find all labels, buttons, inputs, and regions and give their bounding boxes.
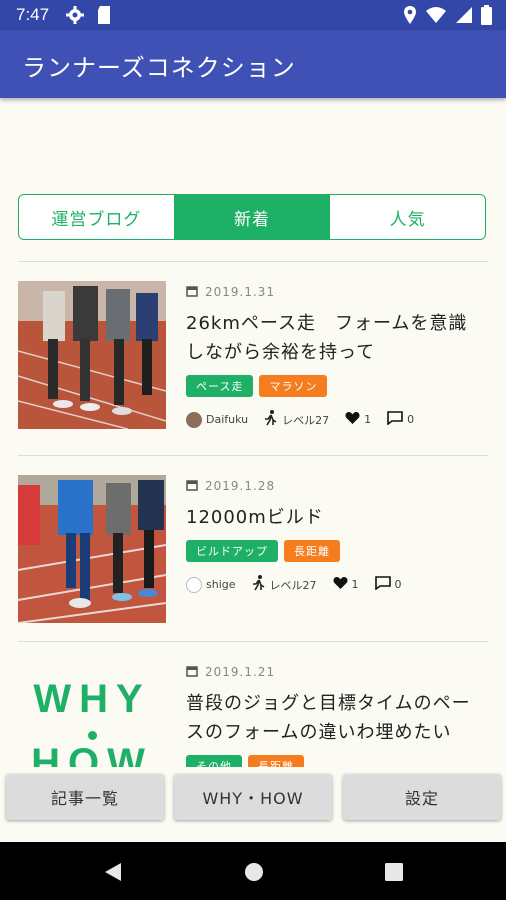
article-date: 2019.1.21 — [186, 661, 486, 683]
comment-count: 0 — [394, 578, 402, 591]
back-icon[interactable] — [104, 862, 122, 886]
app-bar: ランナーズコネクション — [0, 30, 506, 98]
author-name: Daifuku — [206, 413, 249, 426]
article-title: 26kmペース走 フォームを意識しながら余裕を持って — [186, 313, 468, 363]
tab-popular[interactable]: 人気 — [329, 195, 485, 239]
article-date-text: 2019.1.28 — [205, 479, 276, 493]
system-nav-bar — [0, 842, 506, 900]
why-how-button[interactable]: WHY・HOW — [174, 774, 332, 820]
article-date: 2019.1.31 — [186, 281, 486, 303]
article-tag[interactable]: ビルドアップ — [186, 540, 278, 562]
article-tag[interactable]: 長距離 — [248, 755, 304, 767]
comment-count: 0 — [407, 413, 415, 426]
divider — [18, 261, 488, 262]
calendar-icon — [186, 479, 198, 494]
tab-blog[interactable]: 運営ブログ — [19, 195, 174, 239]
divider — [18, 641, 488, 642]
sd-card-icon — [96, 5, 112, 29]
author-name: shige — [206, 578, 236, 591]
article-thumbnail — [18, 281, 166, 429]
runner-icon — [264, 410, 278, 429]
article-date: 2019.1.28 — [186, 475, 486, 497]
article-list-button[interactable]: 記事一覧 — [6, 774, 164, 820]
article-date-text: 2019.1.21 — [205, 665, 276, 679]
gear-icon — [65, 5, 85, 29]
thumb-dot — [88, 731, 97, 740]
heart-icon[interactable] — [332, 576, 348, 593]
home-icon[interactable] — [244, 862, 264, 886]
thumb-how-text: HOW — [31, 741, 153, 767]
comment-icon[interactable] — [374, 576, 391, 593]
article-title: 普段のジョグと目標タイムのペースのフォームの違いわ埋めたい — [186, 693, 471, 743]
article-tag[interactable]: マラソン — [259, 375, 328, 397]
calendar-icon — [186, 285, 198, 300]
article-thumbnail: WHY HOW — [18, 661, 166, 767]
tab-bar: 運営ブログ 新着 人気 — [18, 194, 486, 240]
article-tag[interactable]: 長距離 — [284, 540, 340, 562]
article-card[interactable]: 2019.1.31 26kmペース走 フォームを意識しながら余裕を持って ペース… — [18, 281, 488, 431]
comment-icon[interactable] — [387, 411, 403, 428]
article-date-text: 2019.1.31 — [205, 285, 276, 299]
battery-icon — [481, 5, 492, 29]
like-count: 1 — [364, 413, 372, 426]
status-bar: 7:47 — [0, 0, 506, 30]
tab-new[interactable]: 新着 — [173, 195, 330, 239]
wifi-icon — [425, 6, 447, 28]
app-title: ランナーズコネクション — [22, 54, 296, 82]
author-level: レベル27 — [282, 413, 330, 427]
like-count: 1 — [351, 578, 359, 591]
article-card[interactable]: WHY HOW 2019.1.21 普段のジョグと目標タイムのペースのフォームの… — [18, 661, 488, 767]
recents-icon[interactable] — [385, 863, 403, 885]
bottom-button-bar: 記事一覧 WHY・HOW 設定 — [0, 767, 506, 833]
signal-icon — [455, 6, 473, 28]
heart-icon[interactable] — [345, 411, 360, 428]
divider — [18, 455, 488, 456]
article-tag[interactable]: その他 — [186, 755, 242, 767]
article-thumbnail — [18, 475, 166, 623]
article-card[interactable]: 2019.1.28 12000mビルド ビルドアップ 長距離 shige レベル… — [18, 475, 488, 625]
article-title: 12000mビルド — [186, 507, 324, 528]
thumb-why-text: WHY — [33, 677, 151, 721]
avatar — [186, 411, 202, 428]
author-level: レベル27 — [269, 578, 317, 592]
calendar-icon — [186, 665, 198, 680]
settings-button[interactable]: 設定 — [343, 774, 501, 820]
location-icon — [403, 5, 417, 29]
runner-icon — [252, 575, 266, 594]
status-time: 7:47 — [16, 5, 50, 24]
article-tag[interactable]: ペース走 — [186, 375, 254, 397]
avatar — [186, 576, 202, 593]
